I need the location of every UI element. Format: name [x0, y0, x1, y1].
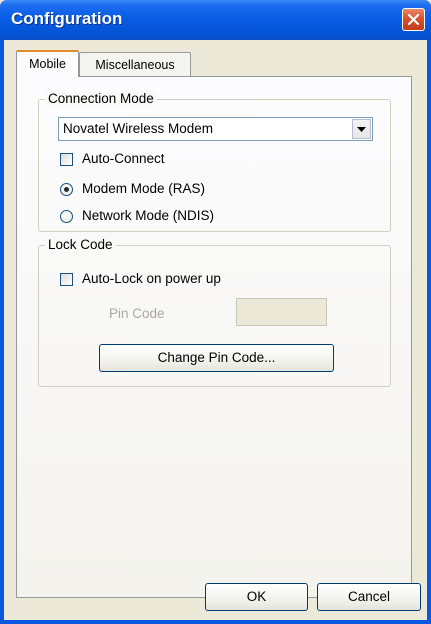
tab-miscellaneous-label: Miscellaneous [95, 58, 175, 72]
dialog-body: Mobile Miscellaneous Connection Mode Nov… [4, 40, 427, 620]
chevron-down-icon [357, 127, 366, 132]
radio-selected-dot [64, 187, 69, 192]
connection-mode-group: Connection Mode Novatel Wireless Modem A… [38, 91, 391, 232]
network-mode-label[interactable]: Network Mode (NDIS) [82, 208, 214, 223]
close-icon [408, 14, 419, 25]
modem-mode-radio[interactable] [60, 183, 73, 196]
lock-code-label: Lock Code [45, 237, 116, 252]
lock-code-group: Lock Code Auto-Lock on power up Pin Code… [38, 237, 391, 387]
tab-miscellaneous[interactable]: Miscellaneous [79, 52, 191, 76]
modem-select-dropdown-button[interactable] [352, 119, 371, 139]
network-mode-radio[interactable] [60, 210, 73, 223]
modem-mode-label[interactable]: Modem Mode (RAS) [82, 181, 205, 196]
auto-lock-checkbox[interactable] [60, 273, 73, 286]
tab-mobile-label: Mobile [29, 57, 66, 71]
change-pin-code-button-label: Change Pin Code... [157, 350, 276, 365]
pin-code-label: Pin Code [109, 306, 165, 321]
tab-mobile[interactable]: Mobile [16, 50, 79, 77]
cancel-button-label: Cancel [347, 589, 391, 604]
configuration-window: Configuration Mobile Miscellaneous Conne… [0, 0, 431, 624]
auto-connect-checkbox[interactable] [60, 153, 73, 166]
window-title: Configuration [11, 9, 123, 28]
auto-lock-label[interactable]: Auto-Lock on power up [82, 271, 221, 286]
tab-panel-mobile: Connection Mode Novatel Wireless Modem A… [16, 76, 412, 598]
title-bar[interactable]: Configuration [0, 0, 431, 40]
pin-code-input[interactable] [236, 298, 327, 326]
connection-mode-label: Connection Mode [45, 91, 157, 106]
modem-select-value: Novatel Wireless Modem [63, 121, 214, 136]
ok-button[interactable]: OK [205, 583, 308, 611]
cancel-button[interactable]: Cancel [317, 583, 421, 611]
auto-connect-label[interactable]: Auto-Connect [82, 151, 165, 166]
close-button[interactable] [402, 8, 425, 31]
modem-select[interactable]: Novatel Wireless Modem [58, 117, 373, 141]
ok-button-label: OK [246, 589, 267, 604]
change-pin-code-button[interactable]: Change Pin Code... [99, 344, 334, 372]
